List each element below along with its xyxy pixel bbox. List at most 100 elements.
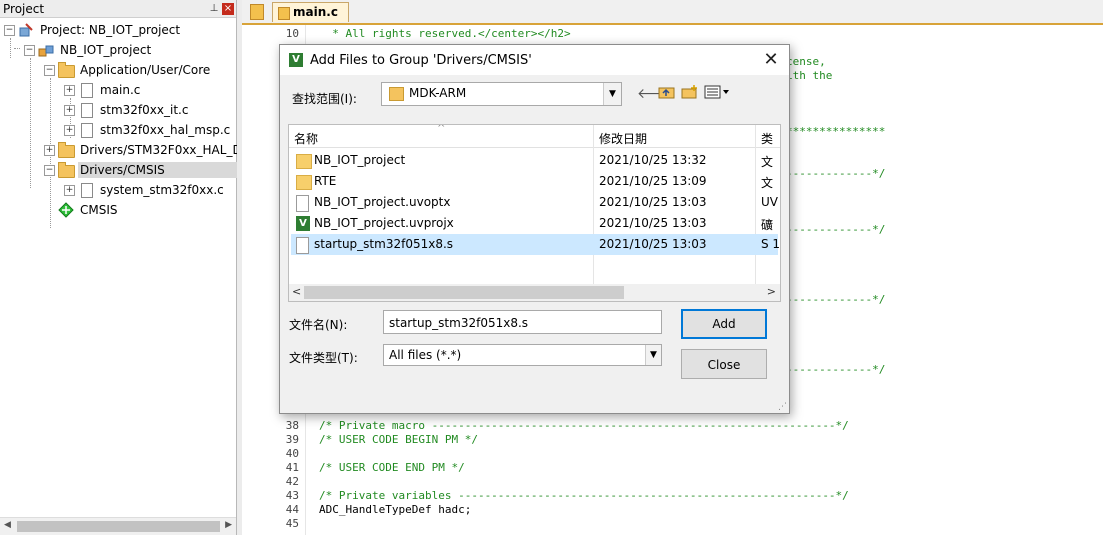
expand-icon[interactable]: + <box>64 185 75 196</box>
tree-file-msp[interactable]: + stm32f0xx_hal_msp.c <box>60 120 232 140</box>
list-item[interactable]: RTE 2021/10/25 13:09 文 <box>291 171 778 192</box>
column-type[interactable]: 类 <box>761 130 773 147</box>
expand-icon[interactable]: + <box>44 145 55 156</box>
file-type: 文 <box>761 155 774 169</box>
file-type: S 1 <box>761 237 781 251</box>
close-icon[interactable]: ✕ <box>761 49 781 70</box>
column-name[interactable]: 名称 <box>294 130 318 147</box>
project-panel-header: Project ⊥ × <box>0 0 236 18</box>
scroll-left-icon[interactable]: < <box>292 285 301 298</box>
scroll-right-icon[interactable]: ▶ <box>225 520 232 530</box>
list-item[interactable]: NB_IOT_project.uvoptx 2021/10/25 13:03 U… <box>291 192 778 213</box>
file-type: 礦 <box>761 218 774 232</box>
tree-root[interactable]: − Project: NB_IOT_project <box>0 20 182 40</box>
look-in-label: 查找范围(I): <box>292 92 357 106</box>
tree-file-main[interactable]: + main.c <box>60 80 142 100</box>
collapse-icon[interactable]: − <box>24 45 35 56</box>
file-date: 2021/10/25 13:09 <box>599 174 707 188</box>
keil-icon: V <box>296 216 310 231</box>
editor-tabbar: main.c <box>242 0 1103 25</box>
tree-file-system[interactable]: + system_stm32f0xx.c <box>60 180 226 200</box>
tree-group-hal-label: Drivers/STM32F0xx_HAL_Driv <box>80 143 258 157</box>
expand-icon[interactable]: + <box>64 125 75 136</box>
file-name: NB_IOT_project <box>314 153 406 167</box>
view-menu-icon[interactable] <box>704 85 732 103</box>
code-line: * All rights reserved.</center></h2> <box>319 27 571 40</box>
line-number: 42 <box>285 475 299 488</box>
file-date: 2021/10/25 13:03 <box>599 237 707 251</box>
keil-app-icon: V <box>289 53 303 67</box>
pin-icon[interactable]: ⊥ <box>208 3 220 15</box>
tree-file-system-label: system_stm32f0xx.c <box>100 183 224 197</box>
resize-grip-icon[interactable]: ⋰ <box>778 402 788 412</box>
file-date: 2021/10/25 13:03 <box>599 195 707 209</box>
file-icon <box>78 82 94 98</box>
code-fragment: *************** <box>786 125 886 138</box>
scroll-right-icon[interactable]: > <box>767 285 776 298</box>
scroll-thumb[interactable] <box>17 521 220 532</box>
file-tab-icon <box>250 4 264 20</box>
tree-file-msp-label: stm32f0xx_hal_msp.c <box>100 123 231 137</box>
tree-file-it[interactable]: + stm32f0xx_it.c <box>60 100 190 120</box>
tree-root-label: Project: NB_IOT_project <box>40 23 181 37</box>
c-file-icon <box>278 7 290 20</box>
collapse-icon[interactable]: − <box>44 165 55 176</box>
file-list-header: 名称 ^ 修改日期 类 <box>289 125 780 148</box>
scroll-left-icon[interactable]: ◀ <box>4 520 11 530</box>
line-number: 38 <box>285 419 299 432</box>
line-number: 43 <box>285 489 299 502</box>
look-in-dropdown[interactable]: MDK-ARM ▼ <box>381 82 622 106</box>
file-icon <box>78 102 94 118</box>
file-type: UV <box>761 195 778 209</box>
expand-icon[interactable]: + <box>64 85 75 96</box>
tree-cmsis[interactable]: CMSIS <box>58 200 120 220</box>
project-panel-title: Project <box>3 1 45 16</box>
filetype-select[interactable]: All files (*.*) ▼ <box>383 344 662 366</box>
scroll-thumb[interactable] <box>304 286 624 299</box>
code-fragment: -------------*/ <box>786 293 886 306</box>
expand-icon[interactable]: + <box>64 105 75 116</box>
chevron-down-icon[interactable]: ▼ <box>603 83 621 105</box>
dialog-titlebar[interactable]: V Add Files to Group 'Drivers/CMSIS' ✕ <box>280 45 789 75</box>
file-name: RTE <box>314 174 337 188</box>
code-fragment: -------------*/ <box>786 223 886 236</box>
add-button[interactable]: Add <box>681 309 767 339</box>
list-item[interactable]: NB_IOT_project 2021/10/25 13:32 文 <box>291 150 778 171</box>
close-icon[interactable]: × <box>222 2 234 15</box>
file-list-hscrollbar[interactable]: < > <box>289 284 780 301</box>
new-folder-icon[interactable] <box>681 85 698 103</box>
code-line: ADC_HandleTypeDef hadc; <box>319 503 472 516</box>
tab-main-c-label: main.c <box>293 5 338 19</box>
collapse-icon[interactable]: − <box>44 65 55 76</box>
list-item-selected[interactable]: startup_stm32f051x8.s 2021/10/25 13:03 S… <box>291 234 781 255</box>
tree-cmsis-label: CMSIS <box>80 203 118 217</box>
list-item[interactable]: V NB_IOT_project.uvprojx 2021/10/25 13:0… <box>291 213 778 234</box>
project-icon <box>18 22 34 38</box>
code-fragment: cense, <box>786 55 826 68</box>
folder-icon <box>58 142 75 158</box>
file-type: 文 <box>761 176 774 190</box>
target-icon <box>38 42 54 58</box>
filename-input[interactable]: startup_stm32f051x8.s <box>383 310 662 334</box>
tree-group-cmsis-label: Drivers/CMSIS <box>78 162 243 178</box>
tree-group-app[interactable]: − Application/User/Core <box>40 60 212 80</box>
close-button[interactable]: Close <box>681 349 767 379</box>
project-tree: − Project: NB_IOT_project − NB_IOT_proje… <box>0 18 257 513</box>
tab-main-c[interactable]: main.c <box>272 2 349 22</box>
chevron-down-icon[interactable]: ▼ <box>645 345 661 365</box>
file-date: 2021/10/25 13:32 <box>599 153 707 167</box>
filetype-value: All files (*.*) <box>389 348 462 362</box>
file-list[interactable]: 名称 ^ 修改日期 类 NB_IOT_project 2021/10/25 13… <box>288 124 781 302</box>
folder-icon <box>296 175 312 190</box>
folder-icon <box>389 87 404 101</box>
project-hscrollbar[interactable]: ◀ ▶ <box>0 517 236 535</box>
collapse-icon[interactable]: − <box>4 25 15 36</box>
tree-group-cmsis[interactable]: − Drivers/CMSIS <box>40 160 243 180</box>
file-icon <box>296 237 309 254</box>
file-icon <box>78 122 94 138</box>
up-folder-icon[interactable] <box>658 85 675 103</box>
tree-file-it-label: stm32f0xx_it.c <box>100 103 189 117</box>
tree-target[interactable]: − NB_IOT_project <box>20 40 153 60</box>
tree-group-hal[interactable]: + Drivers/STM32F0xx_HAL_Driv <box>40 140 259 160</box>
column-date[interactable]: 修改日期 <box>599 130 647 147</box>
